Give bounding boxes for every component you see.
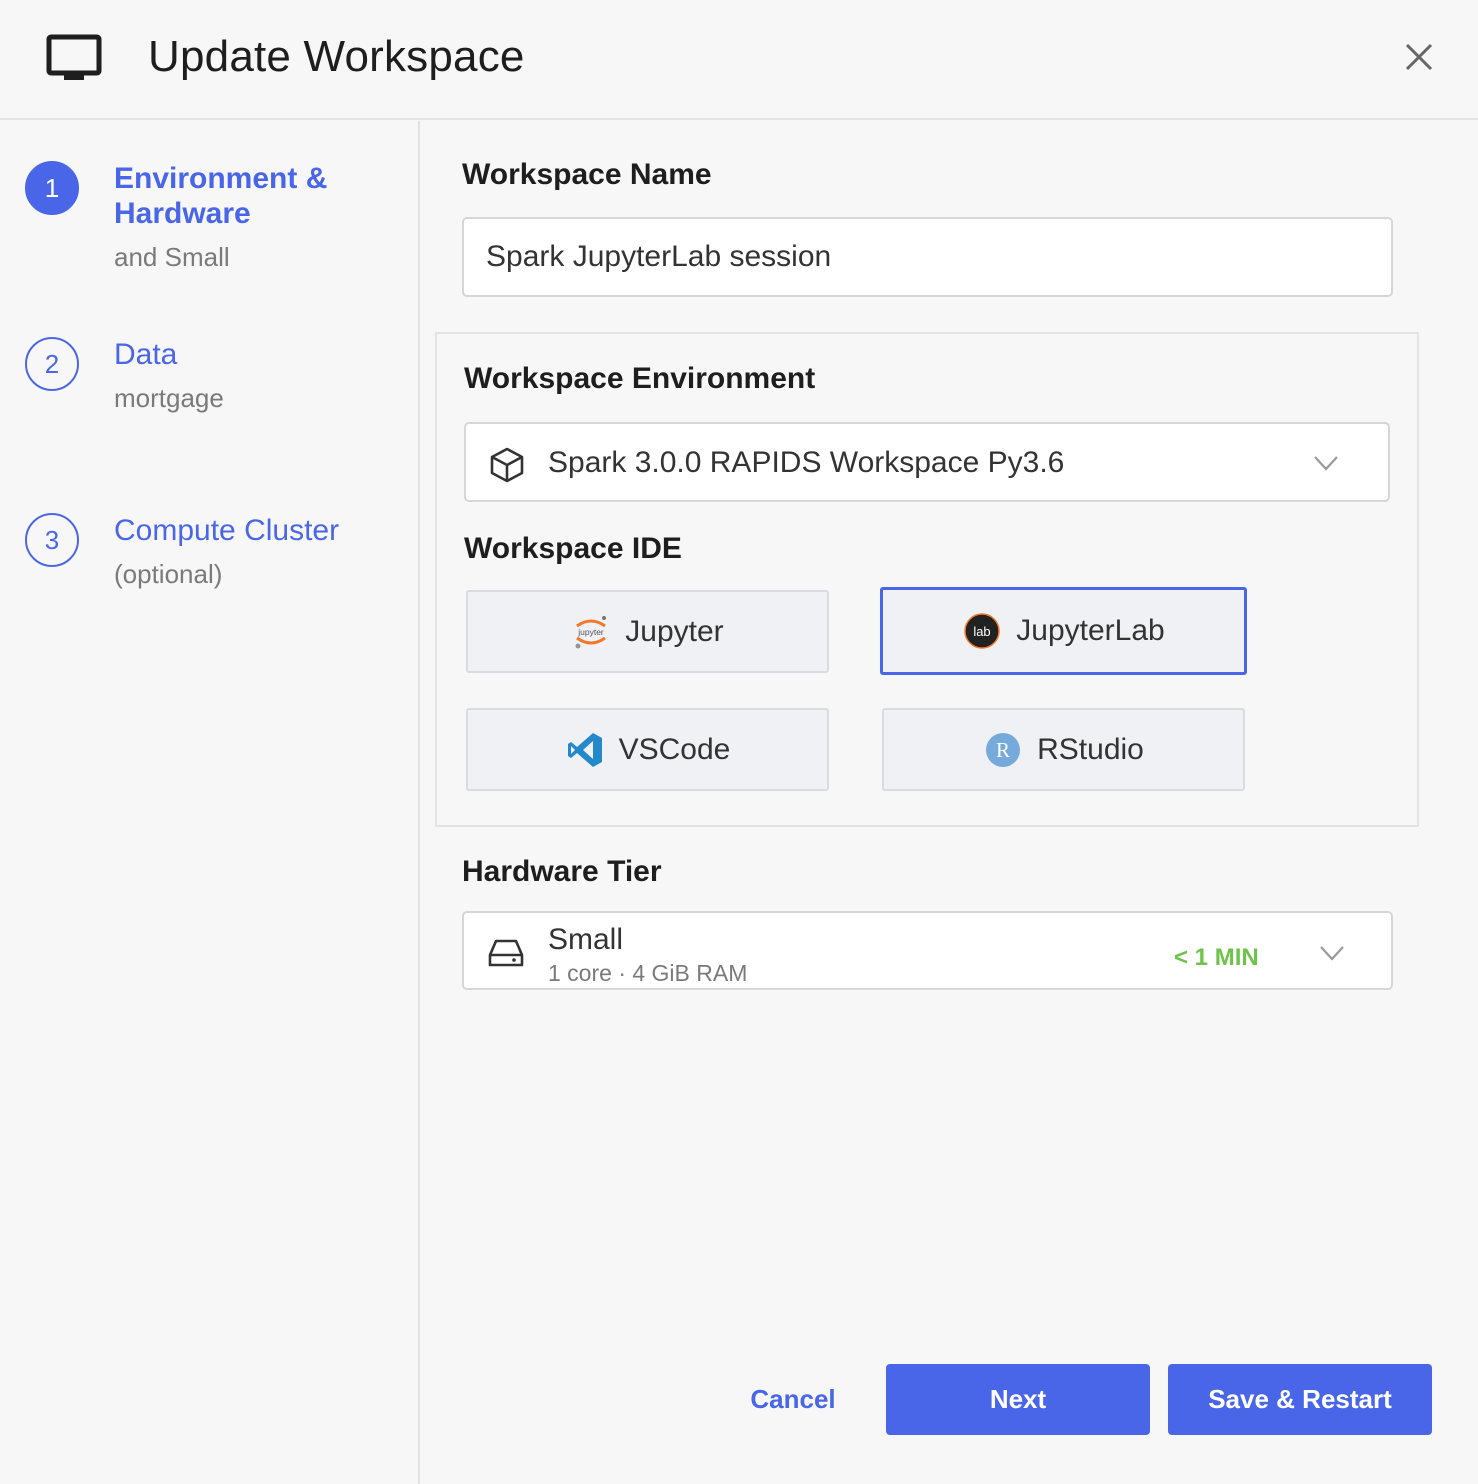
ide-option-label: RStudio	[1037, 732, 1144, 766]
svg-text:lab: lab	[974, 624, 991, 639]
cancel-button[interactable]: Cancel	[733, 1364, 853, 1435]
environment-select[interactable]: Spark 3.0.0 RAPIDS Workspace Py3.6	[464, 422, 1390, 502]
environment-selected-value: Spark 3.0.0 RAPIDS Workspace Py3.6	[548, 446, 1065, 479]
save-restart-button[interactable]: Save & Restart	[1168, 1364, 1432, 1435]
step-subtitle: (optional)	[114, 559, 223, 589]
monitor-icon	[46, 34, 102, 80]
ide-option-rstudio[interactable]: R RStudio	[882, 708, 1245, 791]
chevron-down-icon	[1320, 946, 1344, 961]
ide-option-label: Jupyter	[625, 614, 724, 648]
workspace-environment-label: Workspace Environment	[464, 362, 816, 395]
workspace-name-input[interactable]	[462, 217, 1393, 297]
vscode-icon	[567, 732, 602, 767]
workspace-ide-label: Workspace IDE	[464, 532, 682, 565]
ide-option-label: VSCode	[618, 732, 731, 766]
ide-option-jupyterlab[interactable]: lab JupyterLab	[880, 587, 1247, 675]
step-title: Environment & Hardware	[114, 162, 328, 230]
chevron-down-icon	[1314, 456, 1338, 471]
step-number: 2	[25, 337, 79, 391]
svg-text:R: R	[996, 738, 1010, 762]
cube-icon	[490, 447, 524, 483]
close-icon[interactable]	[1398, 36, 1440, 78]
step-title: Data	[114, 338, 178, 371]
step-subtitle: and Small	[114, 242, 230, 272]
jupyterlab-icon: lab	[964, 613, 1001, 649]
step-number: 3	[25, 513, 79, 567]
rstudio-icon: R	[986, 732, 1021, 767]
stepper-sidebar: 1 Environment & Hardware and Small 2 Dat…	[0, 121, 420, 1484]
jupyter-icon: jupyter	[575, 615, 607, 648]
next-button[interactable]: Next	[886, 1364, 1150, 1435]
hard-drive-icon	[488, 939, 524, 967]
step-number: 1	[25, 161, 79, 215]
step-title: Compute Cluster	[114, 514, 340, 547]
dialog-header: Update Workspace	[0, 0, 1478, 120]
step-subtitle: mortgage	[114, 383, 224, 413]
ide-option-label: JupyterLab	[1016, 614, 1165, 647]
hardware-tier-label: Hardware Tier	[462, 855, 662, 888]
hardware-tier-details: 1 core · 4 GiB RAM	[548, 960, 748, 986]
ide-option-jupyter[interactable]: jupyter Jupyter	[466, 590, 829, 673]
workspace-name-label: Workspace Name	[462, 158, 712, 191]
hardware-tier-name: Small	[548, 923, 624, 956]
hardware-tier-select[interactable]: Small 1 core · 4 GiB RAM < 1 MIN	[462, 911, 1393, 990]
dialog-title: Update Workspace	[148, 32, 525, 81]
ide-option-vscode[interactable]: VSCode	[466, 708, 829, 791]
svg-text:jupyter: jupyter	[578, 627, 605, 637]
startup-time-badge: < 1 MIN	[1174, 944, 1259, 971]
